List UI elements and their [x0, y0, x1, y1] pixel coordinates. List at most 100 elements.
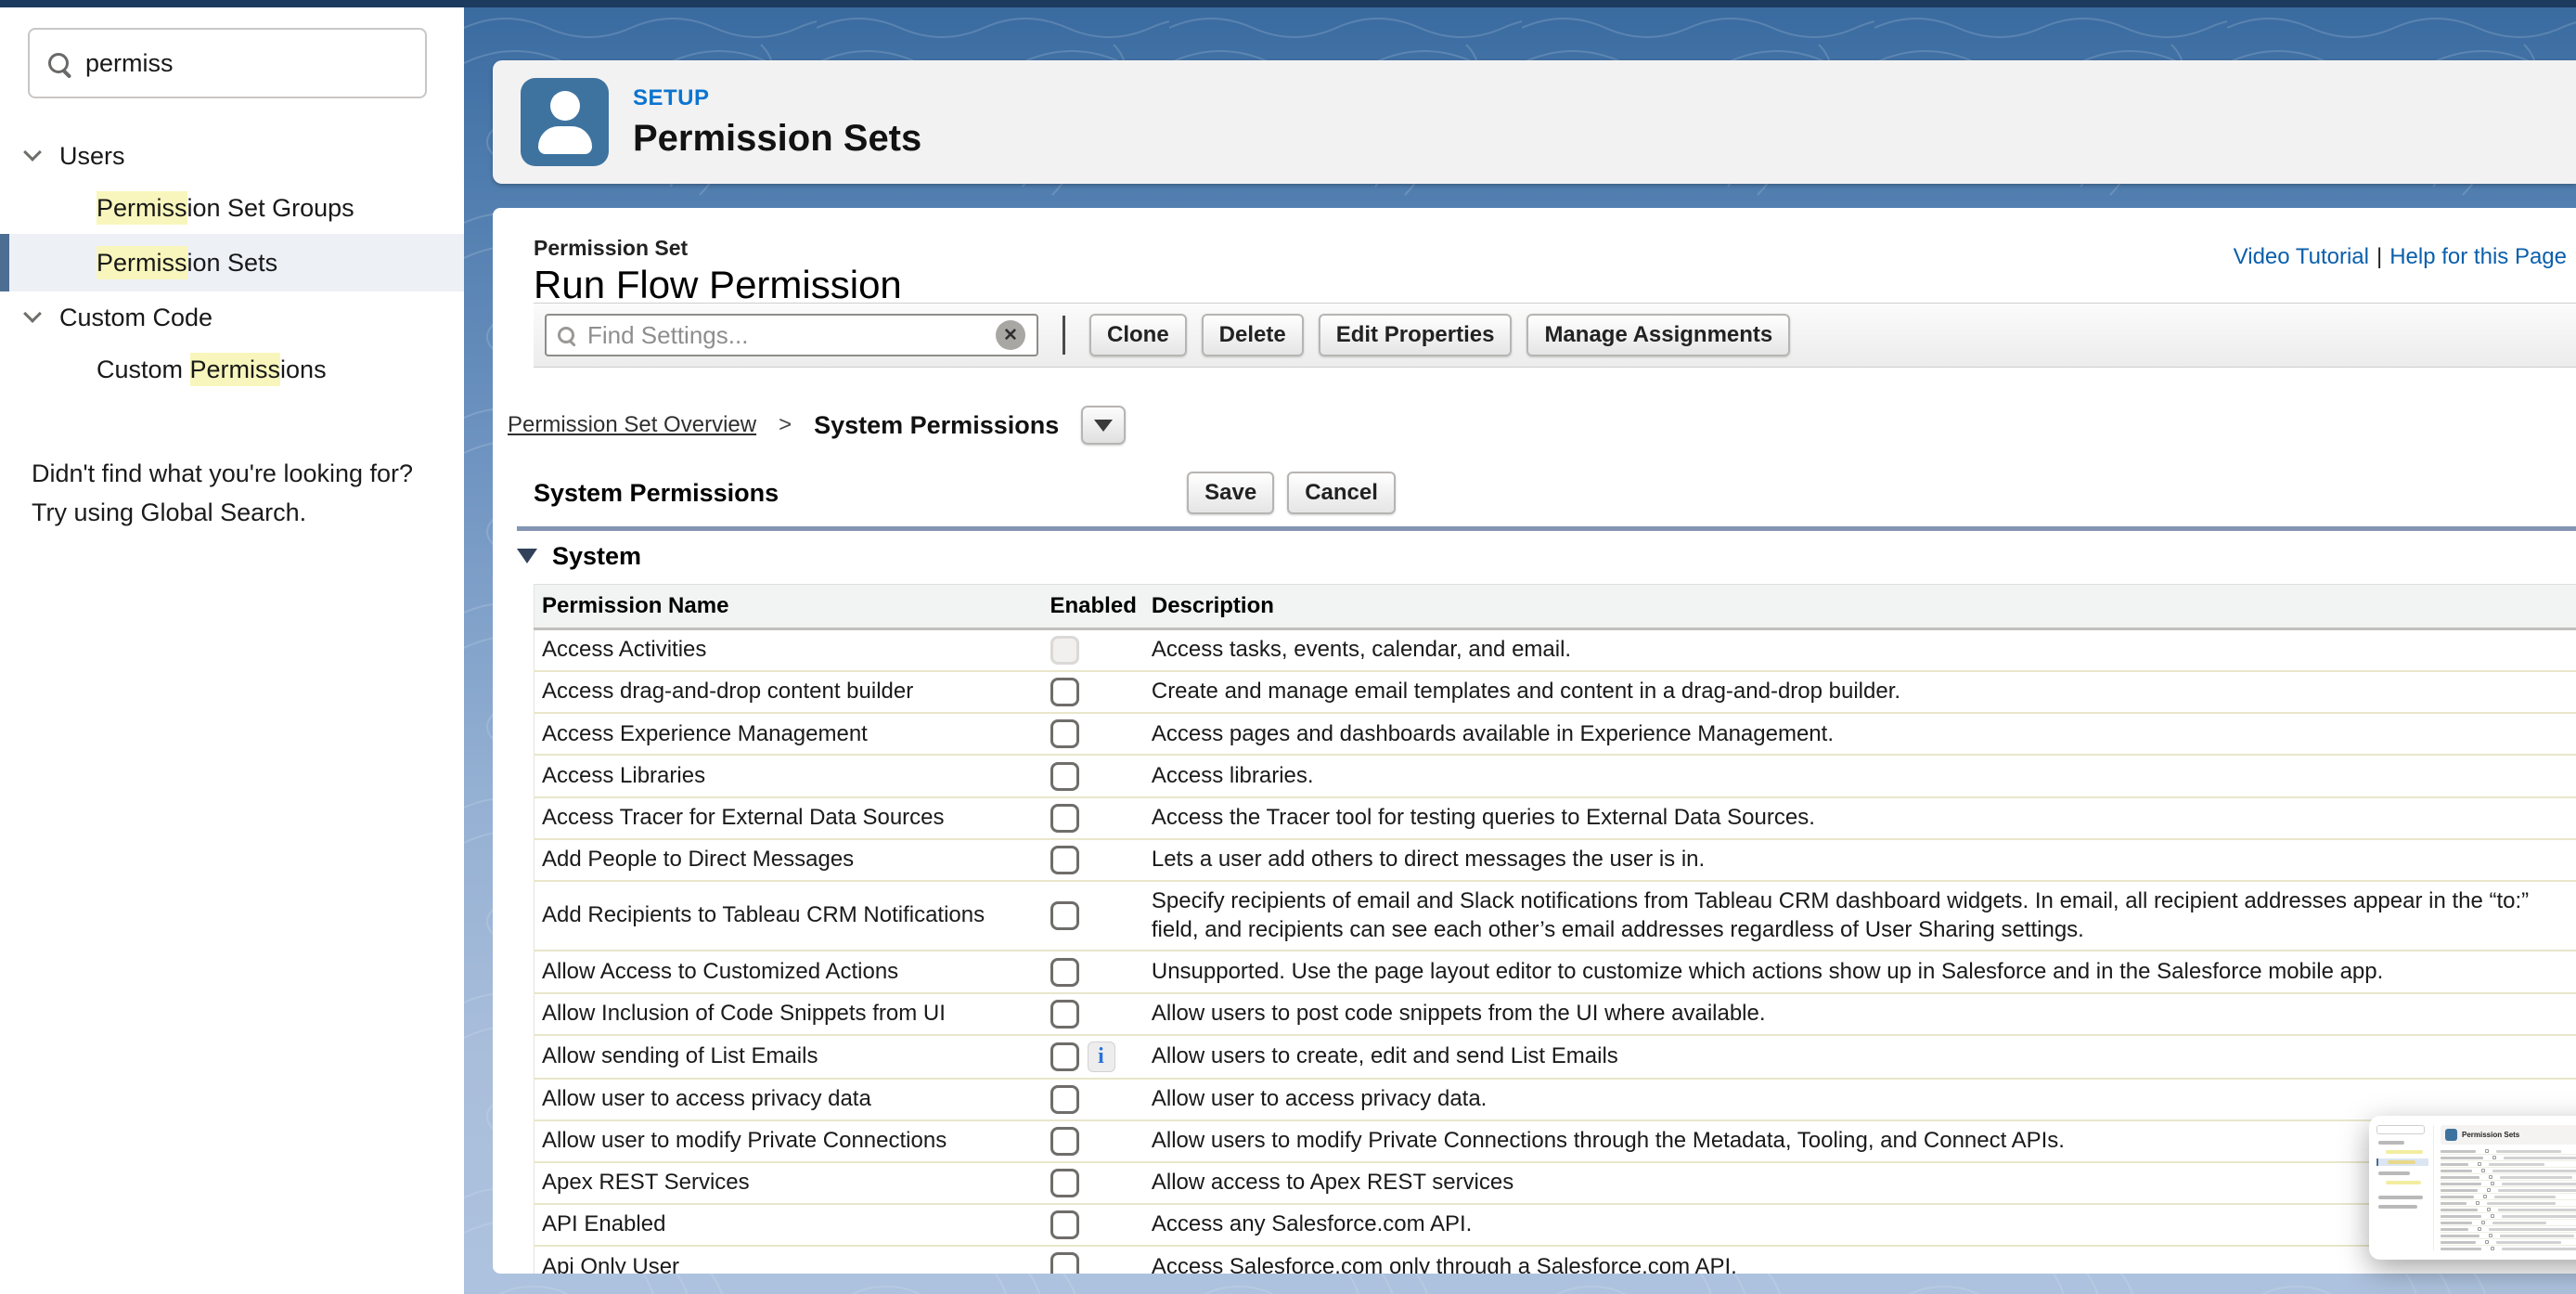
enabled-checkbox[interactable] [1050, 804, 1079, 833]
sidebar-quickfind-box[interactable] [28, 28, 427, 98]
caret-down-icon [1094, 420, 1113, 432]
sidebar-quickfind-input[interactable] [85, 49, 414, 78]
section-header: System Permissions Save Cancel [534, 472, 2576, 514]
table-row: Allow Inclusion of Code Snippets from UI… [535, 993, 2576, 1035]
enabled-checkbox[interactable] [1050, 1000, 1079, 1029]
enabled-checkbox[interactable] [1050, 1127, 1079, 1156]
save-button[interactable]: Save [1187, 472, 1274, 514]
column-enabled: Enabled [1043, 585, 1144, 629]
enabled-checkbox[interactable] [1050, 1252, 1079, 1274]
section-actions: Save Cancel [1187, 472, 1396, 514]
thumbnail-mini-row [2441, 1220, 2576, 1226]
sidebar-item-permission-sets[interactable]: Permission Sets [0, 234, 464, 291]
delete-button[interactable]: Delete [1202, 314, 1304, 356]
manage-assignments-button[interactable]: Manage Assignments [1526, 314, 1790, 356]
thumbnail-mini-sidebar [2376, 1125, 2434, 1250]
thumbnail-mini-row [2441, 1233, 2576, 1239]
sidebar-section-label: Custom Code [59, 304, 213, 332]
sidebar-item-label: Custom Permissions [97, 356, 327, 384]
table-header-row: Permission Name Enabled Description [535, 585, 2576, 629]
permission-description-cell: Specify recipients of email and Slack no… [1144, 881, 2576, 951]
permission-description-cell: Allow users to modify Private Connection… [1144, 1120, 2576, 1162]
sidebar-nav: Users Permission Set Groups Permission S… [0, 130, 464, 395]
clone-button[interactable]: Clone [1089, 314, 1187, 356]
find-settings-box[interactable] [545, 314, 1038, 356]
sidebar-section-custom-code[interactable]: Custom Code [0, 291, 464, 343]
permission-description-cell: Access pages and dashboards available in… [1144, 713, 2576, 755]
permission-name-cell: Apex REST Services [535, 1162, 1043, 1204]
link-separator: | [2376, 244, 2382, 269]
thumbnail-mini-row [2441, 1246, 2576, 1250]
permission-name-cell: Add People to Direct Messages [535, 839, 1043, 881]
video-tutorial-link[interactable]: Video Tutorial [2234, 244, 2369, 269]
enabled-cell [1043, 1035, 1144, 1079]
table-row: Allow user to access privacy dataAllow u… [535, 1079, 2576, 1120]
cancel-button[interactable]: Cancel [1287, 472, 1396, 514]
enabled-checkbox[interactable] [1050, 1210, 1079, 1239]
enabled-checkbox[interactable] [1050, 1085, 1079, 1114]
thumbnail-mini-row [2441, 1239, 2576, 1246]
sidebar-section-label: Users [59, 142, 125, 171]
permission-description-cell: Allow users to create, edit and send Lis… [1144, 1035, 2576, 1079]
group-title: System [552, 542, 641, 571]
permission-name-cell: Access Tracer for External Data Sources [535, 797, 1043, 839]
chevron-down-icon [23, 143, 42, 162]
permission-name-cell: Allow Inclusion of Code Snippets from UI [535, 993, 1043, 1035]
permission-description-cell: Access tasks, events, calendar, and emai… [1144, 629, 2576, 672]
permissions-table-body: Access Activities Access tasks, events, c… [535, 629, 2576, 1275]
enabled-checkbox[interactable] [1050, 678, 1079, 706]
permission-description-cell: Allow access to Apex REST services [1144, 1162, 2576, 1204]
table-row: Add Recipients to Tableau CRM Notificati… [535, 881, 2576, 951]
thumbnail-mini-row [2441, 1194, 2576, 1200]
sidebar-item-custom-permissions[interactable]: Custom Permissions [0, 343, 464, 395]
table-row: Access Activities Access tasks, events, c… [535, 629, 2576, 672]
permission-description-cell: Access the Tracer tool for testing queri… [1144, 797, 2576, 839]
table-row: Add People to Direct MessagesLets a user… [535, 839, 2576, 881]
enabled-cell [1043, 797, 1144, 839]
table-row: Access Tracer for External Data Sources A… [535, 797, 2576, 839]
enabled-checkbox[interactable] [1050, 958, 1079, 987]
permission-set-overview-link[interactable]: Permission Set Overview [508, 412, 756, 438]
thumbnail-user-icon [2445, 1129, 2457, 1141]
permission-description-cell: Allow users to post code snippets from t… [1144, 993, 2576, 1035]
enabled-checkbox[interactable] [1050, 762, 1079, 791]
table-row: Apex REST Services Allow access to Apex R… [535, 1162, 2576, 1204]
thumbnail-mini-header: Permission Sets [2441, 1125, 2576, 1145]
column-description: Description [1144, 585, 2576, 629]
thumbnail-mini-row [2441, 1168, 2576, 1174]
enabled-cell [1043, 629, 1144, 672]
enabled-checkbox[interactable] [1050, 1042, 1079, 1071]
permission-name-cell: Access Activities [535, 629, 1043, 672]
thumbnail-mini-row [2441, 1174, 2576, 1181]
find-settings-input[interactable] [587, 321, 983, 350]
permission-description-cell: Unsupported. Use the page layout editor … [1144, 951, 2576, 992]
enabled-cell [1043, 755, 1144, 796]
system-group-toggle[interactable]: System [517, 542, 2576, 570]
enabled-cell [1043, 1204, 1144, 1246]
clear-search-icon[interactable] [996, 320, 1025, 350]
sidebar-section-users[interactable]: Users [0, 130, 464, 182]
table-row: Api Only UserAccess Salesforce.com only … [535, 1246, 2576, 1274]
enabled-cell [1043, 951, 1144, 992]
enabled-checkbox[interactable] [1050, 901, 1079, 930]
help-for-this-page-link[interactable]: Help for this Page [2389, 244, 2567, 269]
table-row: Allow Access to Customized ActionsUnsupp… [535, 951, 2576, 992]
permission-name-cell: Allow user to modify Private Connections [535, 1120, 1043, 1162]
setup-page-header: SETUP Permission Sets [493, 60, 2576, 184]
enabled-checkbox[interactable] [1050, 846, 1079, 874]
permission-description-cell: Access Salesforce.com only through a Sal… [1144, 1246, 2576, 1274]
permission-description-cell: Create and manage email templates and co… [1144, 671, 2576, 713]
info-icon[interactable] [1088, 1042, 1115, 1072]
sidebar-item-permission-set-groups[interactable]: Permission Set Groups [0, 182, 464, 234]
enabled-checkbox[interactable] [1050, 719, 1079, 748]
table-row: Allow user to modify Private Connections… [535, 1120, 2576, 1162]
section-picker-dropdown-button[interactable] [1081, 406, 1126, 445]
search-match-highlight: Permiss [97, 191, 187, 225]
collapse-triangle-icon [517, 549, 537, 563]
detail-head: Permission Set Run Flow Permission Video… [534, 208, 2576, 303]
enabled-cell [1043, 1079, 1144, 1120]
screen-preview-thumbnail[interactable]: Permission Sets [2369, 1116, 2576, 1260]
edit-properties-button[interactable]: Edit Properties [1319, 314, 1513, 356]
permission-name-cell: Allow sending of List Emails [535, 1035, 1043, 1079]
enabled-checkbox[interactable] [1050, 1169, 1079, 1197]
